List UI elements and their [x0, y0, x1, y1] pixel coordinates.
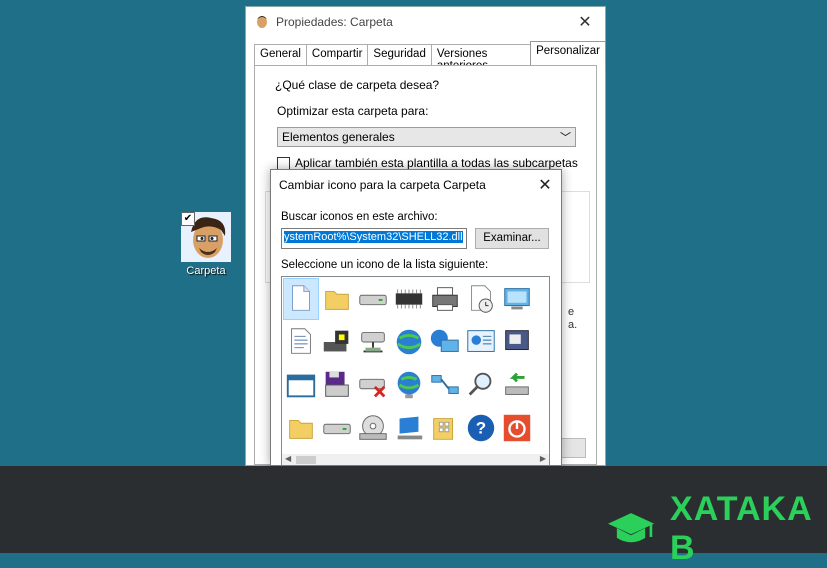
- grid-folder-icon[interactable]: [428, 408, 462, 448]
- scroll-left-icon[interactable]: ◀: [285, 454, 291, 463]
- partial-icon[interactable]: [536, 365, 549, 405]
- blank-document-icon[interactable]: [283, 278, 319, 320]
- partial-icon[interactable]: [536, 279, 549, 319]
- folder-avatar-icon: [254, 13, 270, 32]
- chevron-down-icon: ﹀: [560, 132, 571, 144]
- tab-seguridad[interactable]: Seguridad: [367, 44, 432, 66]
- web-globe-icon[interactable]: [392, 365, 426, 405]
- close-icon[interactable]: ✕: [565, 12, 605, 32]
- checkbox-icon: ✔: [181, 212, 195, 226]
- dialog-icon[interactable]: [500, 322, 534, 362]
- network-drive-icon[interactable]: [356, 322, 390, 362]
- brand-name: XATAKA B: [670, 490, 812, 567]
- optimize-label: Optimizar esta carpeta para:: [277, 104, 429, 118]
- brand-banner: XATAKA B: [0, 466, 827, 567]
- avatar-folder-icon: ✔: [181, 212, 231, 262]
- icon-file-value: ystemRoot%\System32\SHELL32.dll: [284, 231, 463, 243]
- text-document-icon[interactable]: [284, 322, 318, 362]
- backup-arrow-icon[interactable]: [500, 365, 534, 405]
- apply-subfolders-row[interactable]: Aplicar también esta plantilla a todas l…: [277, 156, 578, 170]
- cd-drive-icon[interactable]: [356, 408, 390, 448]
- delete-drive-icon[interactable]: [356, 365, 390, 405]
- search-file-label: Buscar iconos en este archivo:: [281, 211, 438, 223]
- svg-text:?: ?: [476, 419, 486, 438]
- save-disk-icon[interactable]: [320, 365, 354, 405]
- change-icon-dialog: Cambiar icono para la carpeta Carpeta ✕ …: [270, 169, 562, 466]
- help-icon[interactable]: ?: [464, 408, 498, 448]
- window-title: Propiedades: Carpeta: [276, 15, 393, 29]
- scroll-thumb[interactable]: [296, 456, 316, 464]
- desktop-folder-icon[interactable]: ✔ Carpeta: [178, 212, 234, 277]
- globe-icon[interactable]: [392, 322, 426, 362]
- icon-list-label: Seleccione un icono de la lista siguient…: [281, 259, 489, 271]
- control-panel-icon[interactable]: [464, 322, 498, 362]
- scroll-right-icon[interactable]: ▶: [540, 454, 546, 463]
- group-label: ¿Qué clase de carpeta desea?: [275, 78, 440, 92]
- dialog-titlebar[interactable]: Cambiar icono para la carpeta Carpeta ✕: [271, 170, 561, 200]
- network-computer-icon[interactable]: [428, 322, 462, 362]
- horizontal-scrollbar[interactable]: ◀ ▶: [282, 454, 549, 465]
- apply-subfolders-checkbox[interactable]: [277, 156, 290, 170]
- folder-icon[interactable]: [320, 279, 354, 319]
- clock-document-icon[interactable]: [464, 279, 498, 319]
- tab-versiones[interactable]: Versiones anteriores: [430, 44, 532, 72]
- brand-logo: XATAKA B: [608, 490, 827, 568]
- partial-text-2: a.: [568, 319, 578, 331]
- properties-titlebar[interactable]: Propiedades: Carpeta ✕: [246, 7, 605, 37]
- partial-icon[interactable]: [536, 408, 549, 448]
- browse-button[interactable]: Examinar...: [475, 228, 549, 249]
- icon-list[interactable]: ? ◀ ▶: [281, 276, 550, 465]
- icon-grid: ?: [282, 277, 549, 451]
- search-icon[interactable]: [464, 365, 498, 405]
- optimize-value: Elementos generales: [282, 130, 395, 144]
- drive-icon[interactable]: [320, 408, 354, 448]
- hardware-icon[interactable]: [320, 322, 354, 362]
- graduation-cap-icon: [608, 513, 655, 543]
- desktop-icon-label: Carpeta: [186, 265, 226, 277]
- folder-icon[interactable]: [284, 408, 318, 448]
- memory-chip-icon[interactable]: [392, 279, 426, 319]
- shortcut-overlay-icon[interactable]: [536, 322, 549, 362]
- optimize-select[interactable]: Elementos generales ﹀: [277, 127, 576, 147]
- tab-compartir[interactable]: Compartir: [305, 44, 369, 66]
- apply-subfolders-label: Aplicar también esta plantilla a todas l…: [295, 156, 578, 170]
- printer-icon[interactable]: [428, 279, 462, 319]
- icon-file-input[interactable]: ystemRoot%\System32\SHELL32.dll: [281, 228, 467, 249]
- display-icon[interactable]: [500, 279, 534, 319]
- network-icon[interactable]: [428, 365, 462, 405]
- partial-text: e a.: [568, 306, 577, 332]
- computer-icon[interactable]: [392, 408, 426, 448]
- window-icon[interactable]: [284, 365, 318, 405]
- drive-icon[interactable]: [356, 279, 390, 319]
- dialog-title: Cambiar icono para la carpeta Carpeta: [279, 178, 486, 192]
- tab-personalizar[interactable]: Personalizar: [530, 41, 606, 66]
- tab-general[interactable]: General: [254, 44, 307, 66]
- partial-text-1: e: [568, 306, 575, 318]
- power-icon[interactable]: [500, 408, 534, 448]
- close-icon[interactable]: ✕: [529, 175, 561, 195]
